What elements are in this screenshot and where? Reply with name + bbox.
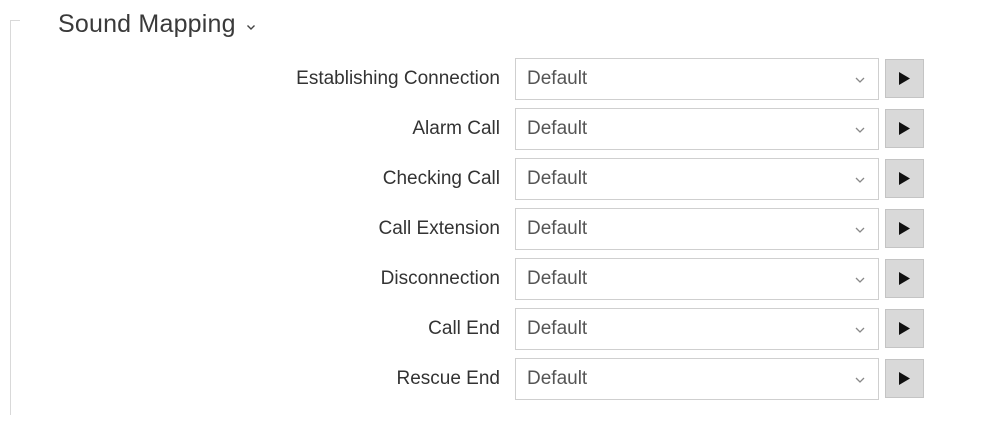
play-button[interactable] xyxy=(885,209,924,248)
sound-row-label: Alarm Call xyxy=(412,118,500,139)
chevron-down-icon xyxy=(855,77,865,83)
chevron-down-icon xyxy=(855,377,865,383)
chevron-down-icon xyxy=(855,327,865,333)
sound-select[interactable]: Default xyxy=(515,358,879,400)
sound-row-rescue-end: Rescue End Default xyxy=(0,358,981,400)
sound-row-label: Checking Call xyxy=(382,168,500,189)
play-button[interactable] xyxy=(885,259,924,298)
select-value: Default xyxy=(527,268,588,289)
play-icon xyxy=(899,172,910,185)
select-value: Default xyxy=(527,318,588,339)
play-button[interactable] xyxy=(885,109,924,148)
sound-row-call-end: Call End Default xyxy=(0,308,981,350)
chevron-down-icon xyxy=(855,127,865,133)
section-title: Sound Mapping xyxy=(58,9,236,38)
play-button[interactable] xyxy=(885,359,924,398)
play-icon xyxy=(899,72,910,85)
sound-row-alarm-call: Alarm Call Default xyxy=(0,108,981,150)
sound-row-establishing-connection: Establishing Connection Default xyxy=(0,58,981,100)
sound-select[interactable]: Default xyxy=(515,58,879,100)
sound-row-label: Establishing Connection xyxy=(296,68,500,89)
sound-row-label: Call Extension xyxy=(378,218,500,239)
chevron-down-icon xyxy=(855,227,865,233)
play-icon xyxy=(899,322,910,335)
sound-select[interactable]: Default xyxy=(515,258,879,300)
chevron-down-icon xyxy=(855,177,865,183)
chevron-down-icon xyxy=(855,277,865,283)
play-button[interactable] xyxy=(885,159,924,198)
play-icon xyxy=(899,122,910,135)
chevron-down-icon[interactable] xyxy=(246,22,256,32)
select-value: Default xyxy=(527,368,588,389)
sound-row-disconnection: Disconnection Default xyxy=(0,258,981,300)
section-header[interactable]: Sound Mapping xyxy=(58,6,256,42)
select-value: Default xyxy=(527,118,588,139)
sound-row-label: Rescue End xyxy=(396,368,500,389)
play-icon xyxy=(899,272,910,285)
sound-select[interactable]: Default xyxy=(515,208,879,250)
sound-select[interactable]: Default xyxy=(515,108,879,150)
play-icon xyxy=(899,372,910,385)
sound-row-call-extension: Call Extension Default xyxy=(0,208,981,250)
sound-row-checking-call: Checking Call Default xyxy=(0,158,981,200)
select-value: Default xyxy=(527,218,588,239)
sound-select[interactable]: Default xyxy=(515,308,879,350)
select-value: Default xyxy=(527,168,588,189)
sound-row-label: Call End xyxy=(428,318,500,339)
play-icon xyxy=(899,222,910,235)
play-button[interactable] xyxy=(885,309,924,348)
select-value: Default xyxy=(527,68,588,89)
sound-row-label: Disconnection xyxy=(380,268,500,289)
play-button[interactable] xyxy=(885,59,924,98)
sound-mapping-panel: Sound Mapping Establishing Connection De… xyxy=(0,0,981,425)
sound-select[interactable]: Default xyxy=(515,158,879,200)
